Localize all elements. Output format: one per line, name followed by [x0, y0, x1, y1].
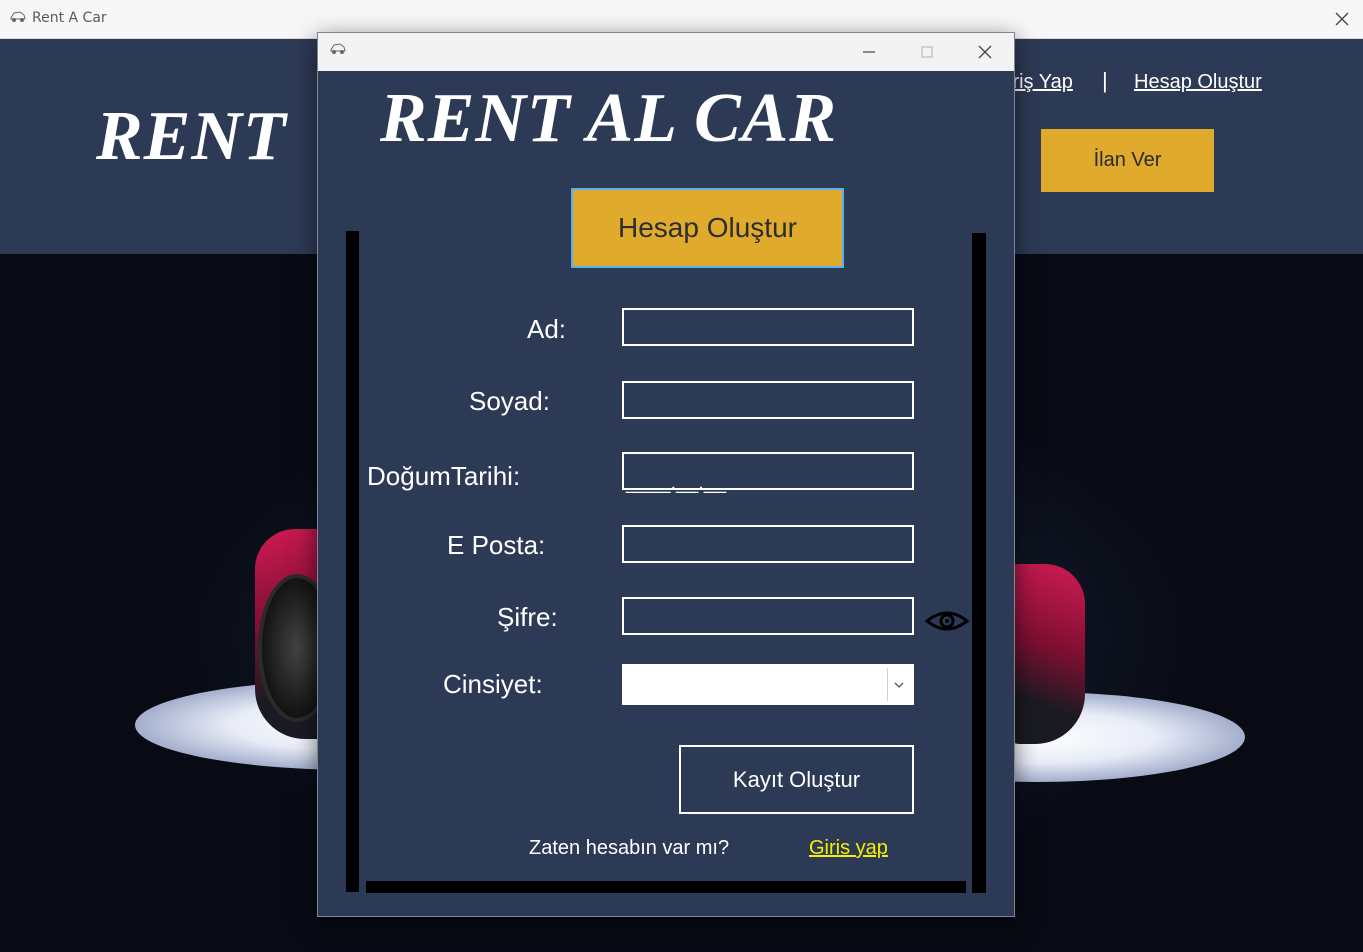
chevron-down-icon — [894, 682, 904, 688]
frame-bar-left — [346, 231, 359, 892]
password-label: Şifre: — [497, 602, 558, 632]
window-title: Rent A Car — [32, 10, 107, 26]
login-link[interactable]: iriş Yap — [1008, 71, 1073, 94]
password-field[interactable] — [622, 597, 914, 635]
birth-date-label: DoğumTarihi: — [367, 461, 521, 491]
submit-register-button[interactable]: Kayıt Oluştur — [679, 745, 914, 814]
create-account-tab-button[interactable]: Hesap Oluştur — [571, 188, 844, 268]
post-ad-button[interactable]: İlan Ver — [1041, 129, 1214, 192]
register-link[interactable]: Hesap Oluştur — [1134, 71, 1262, 94]
dialog-titlebar — [318, 33, 1014, 71]
brand-logo: RENT — [96, 98, 287, 175]
nav-separator: | — [1102, 68, 1108, 93]
maximize-icon[interactable] — [914, 39, 940, 65]
dropdown-button[interactable] — [887, 668, 910, 701]
gender-label: Cinsiyet: — [443, 669, 543, 699]
gender-select[interactable] — [622, 664, 914, 705]
app-icon — [330, 43, 346, 54]
already-have-account-text: Zaten hesabın var mı? — [529, 837, 730, 859]
close-icon[interactable] — [972, 39, 998, 65]
email-field[interactable] — [622, 525, 914, 563]
last-name-label: Soyad: — [469, 386, 550, 416]
first-name-field[interactable] — [622, 308, 914, 346]
frame-bar-bottom — [366, 881, 966, 893]
minimize-icon[interactable] — [856, 39, 882, 65]
close-icon[interactable] — [1329, 6, 1355, 32]
frame-bar-right — [972, 233, 986, 893]
register-dialog: RENT AL CAR Hesap Oluştur Ad: Soyad: Doğ… — [317, 32, 1015, 917]
app-icon — [10, 11, 26, 22]
last-name-field[interactable] — [622, 381, 914, 419]
first-name-label: Ad: — [527, 314, 567, 344]
eye-icon[interactable] — [924, 604, 970, 638]
dialog-brand-logo: RENT AL CAR — [380, 80, 838, 157]
login-link[interactable]: Giris yap — [809, 837, 888, 860]
birth-date-field[interactable] — [622, 452, 914, 490]
email-label: E Posta: — [447, 530, 546, 560]
